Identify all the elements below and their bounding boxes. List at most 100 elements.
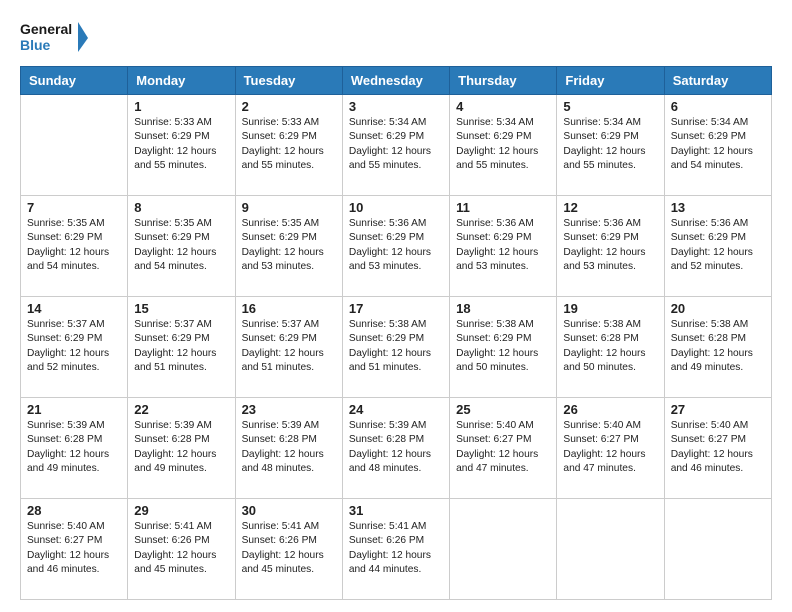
calendar-cell: 14 Sunrise: 5:37 AMSunset: 6:29 PMDayligh…	[21, 297, 128, 398]
calendar-col-thursday: Thursday	[450, 67, 557, 95]
cell-info: Sunrise: 5:38 AMSunset: 6:29 PMDaylight:…	[349, 318, 443, 375]
calendar-cell: 6 Sunrise: 5:34 AMSunset: 6:29 PMDaylight…	[664, 95, 771, 196]
calendar-cell: 9Sunrise: 5:35 AMSunset: 6:29 PMDaylight…	[235, 196, 342, 297]
cell-day-number: 6	[671, 99, 765, 114]
calendar-col-friday: Friday	[557, 67, 664, 95]
calendar-col-saturday: Saturday	[664, 67, 771, 95]
calendar-cell: 15 Sunrise: 5:37 AMSunset: 6:29 PMDayligh…	[128, 297, 235, 398]
cell-day-number: 15	[134, 301, 228, 316]
calendar-col-sunday: Sunday	[21, 67, 128, 95]
cell-info: Sunrise: 5:39 AMSunset: 6:28 PMDaylight:…	[349, 419, 443, 476]
calendar-cell: 17 Sunrise: 5:38 AMSunset: 6:29 PMDayligh…	[342, 297, 449, 398]
cell-info: Sunrise: 5:40 AMSunset: 6:27 PMDaylight:…	[456, 419, 550, 476]
cell-day-number: 27	[671, 402, 765, 417]
calendar-cell: 5 Sunrise: 5:34 AMSunset: 6:29 PMDaylight…	[557, 95, 664, 196]
cell-day-number: 21	[27, 402, 121, 417]
calendar-cell: 21Sunrise: 5:39 AMSunset: 6:28 PMDayligh…	[21, 398, 128, 499]
cell-day-number: 18	[456, 301, 550, 316]
svg-text:Blue: Blue	[20, 37, 51, 53]
calendar-cell: 25 Sunrise: 5:40 AMSunset: 6:27 PMDayligh…	[450, 398, 557, 499]
calendar-col-monday: Monday	[128, 67, 235, 95]
calendar-week-2: 7 Sunrise: 5:35 AMSunset: 6:29 PMDaylight…	[21, 196, 772, 297]
calendar-cell: 18 Sunrise: 5:38 AMSunset: 6:29 PMDayligh…	[450, 297, 557, 398]
cell-info: Sunrise: 5:38 AMSunset: 6:28 PMDaylight:…	[563, 318, 657, 375]
calendar-cell: 31Sunrise: 5:41 AMSunset: 6:26 PMDayligh…	[342, 499, 449, 600]
calendar-cell: 24 Sunrise: 5:39 AMSunset: 6:28 PMDayligh…	[342, 398, 449, 499]
cell-day-number: 30	[242, 503, 336, 518]
calendar-header-row: SundayMondayTuesdayWednesdayThursdayFrid…	[21, 67, 772, 95]
calendar-cell: 28 Sunrise: 5:40 AMSunset: 6:27 PMDayligh…	[21, 499, 128, 600]
cell-info: Sunrise: 5:40 AMSunset: 6:27 PMDaylight:…	[563, 419, 657, 476]
cell-day-number: 13	[671, 200, 765, 215]
calendar-cell: 30Sunrise: 5:41 AMSunset: 6:26 PMDayligh…	[235, 499, 342, 600]
cell-info: Sunrise: 5:36 AMSunset: 6:29 PMDaylight:…	[671, 217, 765, 274]
cell-info: Sunrise: 5:33 AMSunset: 6:29 PMDaylight:…	[134, 116, 228, 173]
cell-day-number: 28	[27, 503, 121, 518]
cell-info: Sunrise: 5:41 AMSunset: 6:26 PMDaylight:…	[349, 520, 443, 577]
calendar-cell	[21, 95, 128, 196]
cell-day-number: 22	[134, 402, 228, 417]
calendar-cell: 23 Sunrise: 5:39 AMSunset: 6:28 PMDayligh…	[235, 398, 342, 499]
cell-info: Sunrise: 5:36 AMSunset: 6:29 PMDaylight:…	[563, 217, 657, 274]
calendar-week-5: 28 Sunrise: 5:40 AMSunset: 6:27 PMDayligh…	[21, 499, 772, 600]
svg-text:General: General	[20, 21, 72, 37]
calendar-cell: 26 Sunrise: 5:40 AMSunset: 6:27 PMDayligh…	[557, 398, 664, 499]
calendar-cell: 8Sunrise: 5:35 AMSunset: 6:29 PMDaylight…	[128, 196, 235, 297]
cell-day-number: 12	[563, 200, 657, 215]
cell-info: Sunrise: 5:37 AMSunset: 6:29 PMDaylight:…	[27, 318, 121, 375]
cell-day-number: 25	[456, 402, 550, 417]
calendar-cell: 3Sunrise: 5:34 AMSunset: 6:29 PMDaylight…	[342, 95, 449, 196]
cell-day-number: 24	[349, 402, 443, 417]
cell-info: Sunrise: 5:36 AMSunset: 6:29 PMDaylight:…	[349, 217, 443, 274]
cell-info: Sunrise: 5:34 AMSunset: 6:29 PMDaylight:…	[671, 116, 765, 173]
cell-info: Sunrise: 5:37 AMSunset: 6:29 PMDaylight:…	[242, 318, 336, 375]
cell-day-number: 20	[671, 301, 765, 316]
calendar-cell: 27Sunrise: 5:40 AMSunset: 6:27 PMDayligh…	[664, 398, 771, 499]
calendar-cell: 22 Sunrise: 5:39 AMSunset: 6:28 PMDayligh…	[128, 398, 235, 499]
cell-info: Sunrise: 5:34 AMSunset: 6:29 PMDaylight:…	[563, 116, 657, 173]
cell-day-number: 11	[456, 200, 550, 215]
cell-info: Sunrise: 5:36 AMSunset: 6:29 PMDaylight:…	[456, 217, 550, 274]
cell-info: Sunrise: 5:39 AMSunset: 6:28 PMDaylight:…	[134, 419, 228, 476]
cell-day-number: 8	[134, 200, 228, 215]
calendar-col-tuesday: Tuesday	[235, 67, 342, 95]
page: General Blue SundayMondayTuesdayWednesda…	[0, 0, 792, 612]
cell-day-number: 26	[563, 402, 657, 417]
calendar-cell: 4Sunrise: 5:34 AMSunset: 6:29 PMDaylight…	[450, 95, 557, 196]
cell-info: Sunrise: 5:38 AMSunset: 6:29 PMDaylight:…	[456, 318, 550, 375]
cell-day-number: 29	[134, 503, 228, 518]
cell-day-number: 5	[563, 99, 657, 114]
cell-day-number: 14	[27, 301, 121, 316]
calendar-cell: 12 Sunrise: 5:36 AMSunset: 6:29 PMDayligh…	[557, 196, 664, 297]
calendar-col-wednesday: Wednesday	[342, 67, 449, 95]
cell-info: Sunrise: 5:35 AMSunset: 6:29 PMDaylight:…	[27, 217, 121, 274]
cell-day-number: 23	[242, 402, 336, 417]
cell-day-number: 2	[242, 99, 336, 114]
logo-svg: General Blue	[20, 18, 90, 56]
cell-info: Sunrise: 5:35 AMSunset: 6:29 PMDaylight:…	[242, 217, 336, 274]
cell-day-number: 19	[563, 301, 657, 316]
cell-info: Sunrise: 5:41 AMSunset: 6:26 PMDaylight:…	[134, 520, 228, 577]
cell-day-number: 17	[349, 301, 443, 316]
header: General Blue	[20, 18, 772, 56]
cell-info: Sunrise: 5:40 AMSunset: 6:27 PMDaylight:…	[27, 520, 121, 577]
cell-info: Sunrise: 5:33 AMSunset: 6:29 PMDaylight:…	[242, 116, 336, 173]
cell-info: Sunrise: 5:37 AMSunset: 6:29 PMDaylight:…	[134, 318, 228, 375]
calendar-cell: 11 Sunrise: 5:36 AMSunset: 6:29 PMDayligh…	[450, 196, 557, 297]
cell-day-number: 10	[349, 200, 443, 215]
cell-info: Sunrise: 5:34 AMSunset: 6:29 PMDaylight:…	[456, 116, 550, 173]
calendar-cell: 7 Sunrise: 5:35 AMSunset: 6:29 PMDaylight…	[21, 196, 128, 297]
calendar-cell	[664, 499, 771, 600]
calendar-cell: 2 Sunrise: 5:33 AMSunset: 6:29 PMDaylight…	[235, 95, 342, 196]
calendar-cell: 1Sunrise: 5:33 AMSunset: 6:29 PMDaylight…	[128, 95, 235, 196]
calendar-week-4: 21 Sunrise: 5:39 AMSunset: 6:28 PMDayligh…	[21, 398, 772, 499]
calendar-cell: 20 Sunrise: 5:38 AMSunset: 6:28 PMDayligh…	[664, 297, 771, 398]
cell-day-number: 3	[349, 99, 443, 114]
calendar-cell	[557, 499, 664, 600]
cell-info: Sunrise: 5:38 AMSunset: 6:28 PMDaylight:…	[671, 318, 765, 375]
calendar-cell: 19 Sunrise: 5:38 AMSunset: 6:28 PMDayligh…	[557, 297, 664, 398]
calendar-cell: 29 Sunrise: 5:41 AMSunset: 6:26 PMDayligh…	[128, 499, 235, 600]
cell-info: Sunrise: 5:39 AMSunset: 6:28 PMDaylight:…	[242, 419, 336, 476]
cell-day-number: 7	[27, 200, 121, 215]
calendar-cell: 13 Sunrise: 5:36 AMSunset: 6:29 PMDayligh…	[664, 196, 771, 297]
